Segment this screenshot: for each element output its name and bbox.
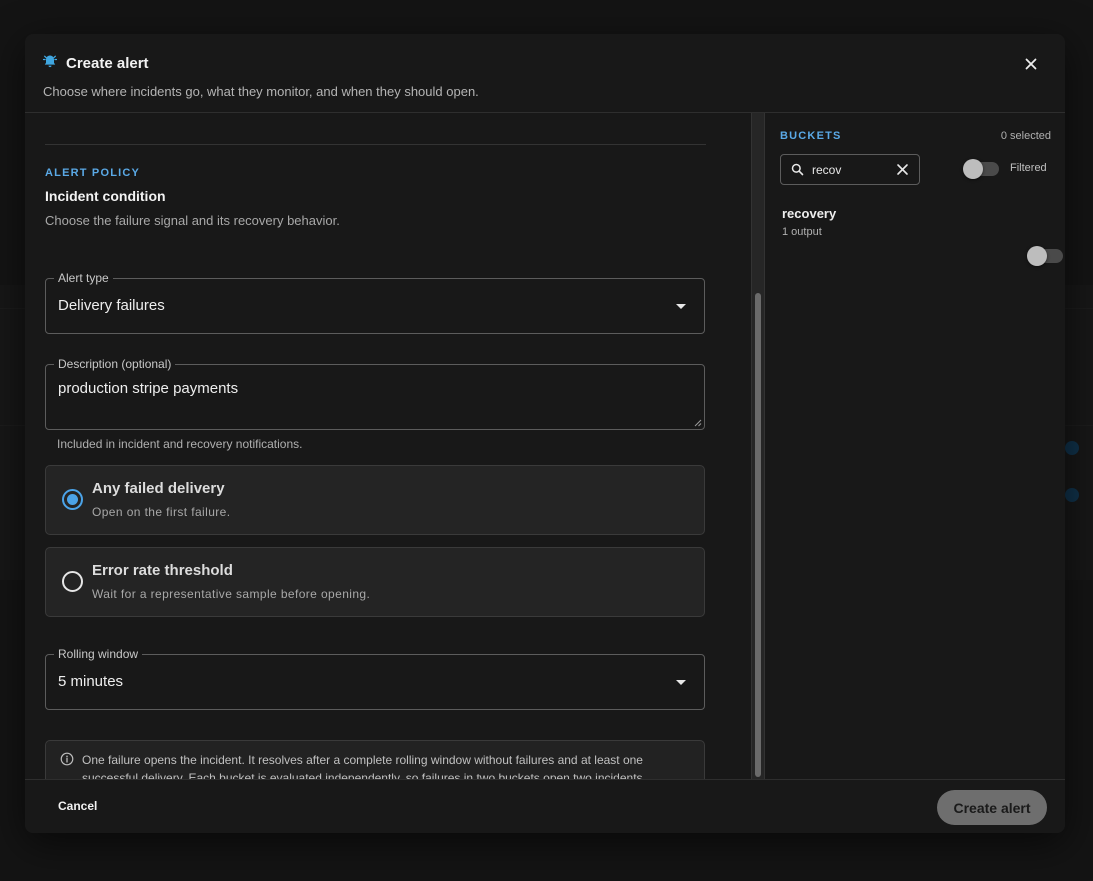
create-alert-dialog: Create alert Choose where incidents go, … bbox=[25, 34, 1065, 833]
create-alert-button[interactable]: Create alert bbox=[937, 790, 1047, 825]
section-divider bbox=[45, 144, 706, 145]
option-any-failed-delivery[interactable]: Any failed delivery Open on the first fa… bbox=[45, 465, 705, 535]
radio-button-unchecked[interactable] bbox=[62, 571, 83, 592]
info-text: One failure opens the incident. It resol… bbox=[82, 753, 646, 779]
incident-condition-description: Choose the failure signal and its recove… bbox=[45, 213, 340, 228]
filtered-label: Filtered bbox=[1010, 162, 1047, 174]
dialog-title-row: Create alert bbox=[42, 53, 149, 74]
info-callout: One failure opens the incident. It resol… bbox=[45, 740, 705, 779]
alert-policy-eyebrow: ALERT POLICY bbox=[45, 167, 141, 179]
option-error-rate-threshold[interactable]: Error rate threshold Wait for a represen… bbox=[45, 547, 705, 617]
close-button[interactable] bbox=[1021, 54, 1041, 74]
buckets-panel: BUCKETS 0 selected recov Filtered recove… bbox=[765, 113, 1065, 779]
form-scrollbar[interactable] bbox=[751, 113, 765, 779]
toggle-knob bbox=[1027, 246, 1047, 266]
bucket-output-count: 1 output bbox=[782, 226, 822, 238]
alert-type-label: Alert type bbox=[54, 271, 113, 285]
resize-handle-icon[interactable] bbox=[694, 419, 702, 427]
incident-condition-title: Incident condition bbox=[45, 188, 166, 204]
clear-search-icon[interactable] bbox=[896, 163, 909, 176]
bucket-name: recovery bbox=[782, 206, 837, 221]
chevron-down-icon bbox=[676, 680, 686, 685]
toggle-knob bbox=[963, 159, 983, 179]
dialog-header: Create alert Choose where incidents go, … bbox=[25, 34, 1065, 113]
alert-type-value: Delivery failures bbox=[58, 297, 165, 314]
cancel-button[interactable]: Cancel bbox=[45, 792, 110, 820]
radio-button-checked[interactable] bbox=[62, 489, 83, 510]
rolling-window-value: 5 minutes bbox=[58, 673, 124, 690]
selected-count: 0 selected bbox=[1000, 130, 1051, 142]
dialog-title: Create alert bbox=[66, 55, 149, 72]
policy-form-panel[interactable]: ALERT POLICY Incident condition Choose t… bbox=[25, 113, 751, 779]
option-title: Error rate threshold bbox=[92, 562, 233, 579]
close-icon bbox=[1025, 58, 1037, 70]
bucket-search-input[interactable]: recov bbox=[780, 154, 920, 185]
rolling-window-label: Rolling window bbox=[54, 647, 143, 661]
radio-dot bbox=[67, 494, 78, 505]
filtered-toggle[interactable] bbox=[963, 159, 999, 179]
search-value: recov bbox=[812, 163, 842, 177]
description-value: production stripe payments bbox=[58, 380, 239, 397]
description-field[interactable]: Description (optional) production stripe… bbox=[45, 357, 705, 430]
bucket-toggle[interactable] bbox=[1027, 246, 1063, 266]
option-description: Wait for a representative sample before … bbox=[92, 587, 371, 601]
dialog-subtitle: Choose where incidents go, what they mon… bbox=[43, 84, 479, 99]
alert-type-select[interactable]: Alert type Delivery failures bbox=[45, 271, 705, 334]
description-label: Description (optional) bbox=[54, 357, 176, 371]
description-helper-text: Included in incident and recovery notifi… bbox=[57, 437, 303, 451]
option-description: Open on the first failure. bbox=[92, 505, 231, 519]
search-icon bbox=[791, 163, 804, 176]
buckets-heading: BUCKETS bbox=[780, 130, 842, 142]
scrollbar-thumb[interactable] bbox=[755, 293, 761, 777]
dialog-footer: Cancel Create alert bbox=[25, 779, 1065, 833]
chevron-down-icon bbox=[676, 304, 686, 309]
option-title: Any failed delivery bbox=[92, 480, 225, 497]
rolling-window-select[interactable]: Rolling window 5 minutes bbox=[45, 647, 705, 710]
bell-alert-icon bbox=[42, 53, 58, 74]
info-icon bbox=[60, 752, 74, 766]
